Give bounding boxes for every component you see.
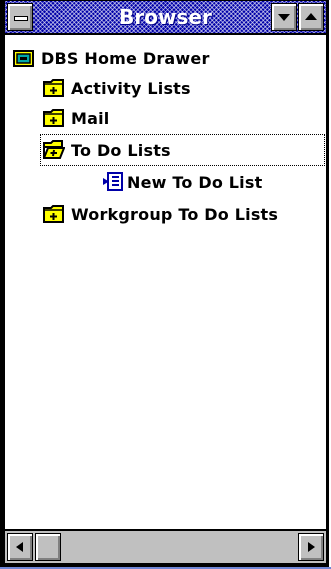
minimize-arrow-icon (278, 14, 290, 21)
horizontal-scrollbar[interactable] (5, 529, 326, 563)
browser-window: Browser DBS Home Drawer Activity Lists M… (0, 0, 329, 567)
tree-root-item[interactable]: DBS Home Drawer (13, 43, 210, 73)
scroll-left-button[interactable] (7, 533, 33, 561)
tree-item-label: New To Do List (127, 172, 263, 192)
scrollbar-thumb[interactable] (35, 533, 61, 561)
tree-item-new-to-do-list[interactable]: New To Do List (103, 167, 262, 197)
scroll-right-button[interactable] (298, 533, 324, 561)
browser-tree: DBS Home Drawer Activity Lists Mail To D… (5, 35, 326, 529)
arrow-left-icon (16, 542, 23, 552)
tree-item-label: Mail (71, 108, 110, 128)
tree-item-label: To Do Lists (71, 140, 171, 160)
tree-item-mail[interactable]: Mail (43, 103, 110, 133)
tree-item-to-do-lists[interactable]: To Do Lists (40, 134, 325, 166)
window-frame: Browser DBS Home Drawer Activity Lists M… (5, 1, 326, 563)
tree-item-label: Workgroup To Do Lists (71, 204, 279, 224)
scrollbar-track[interactable] (33, 533, 297, 561)
folder-closed-icon (43, 109, 64, 127)
drawer-icon (13, 50, 34, 67)
todo-list-icon (103, 172, 123, 191)
arrow-right-icon (308, 542, 315, 552)
folder-closed-icon (43, 79, 64, 97)
tree-root-label: DBS Home Drawer (41, 48, 210, 68)
maximize-arrow-icon (305, 13, 317, 20)
tree-item-workgroup-to-do-lists[interactable]: Workgroup To Do Lists (43, 199, 278, 229)
folder-open-icon (43, 140, 65, 159)
tree-item-activity-lists[interactable]: Activity Lists (43, 73, 191, 103)
minimize-button[interactable] (271, 3, 297, 31)
maximize-button[interactable] (298, 3, 324, 31)
tree-item-label: Activity Lists (71, 78, 191, 98)
title-bar[interactable]: Browser (5, 1, 326, 35)
folder-closed-icon (43, 205, 64, 223)
